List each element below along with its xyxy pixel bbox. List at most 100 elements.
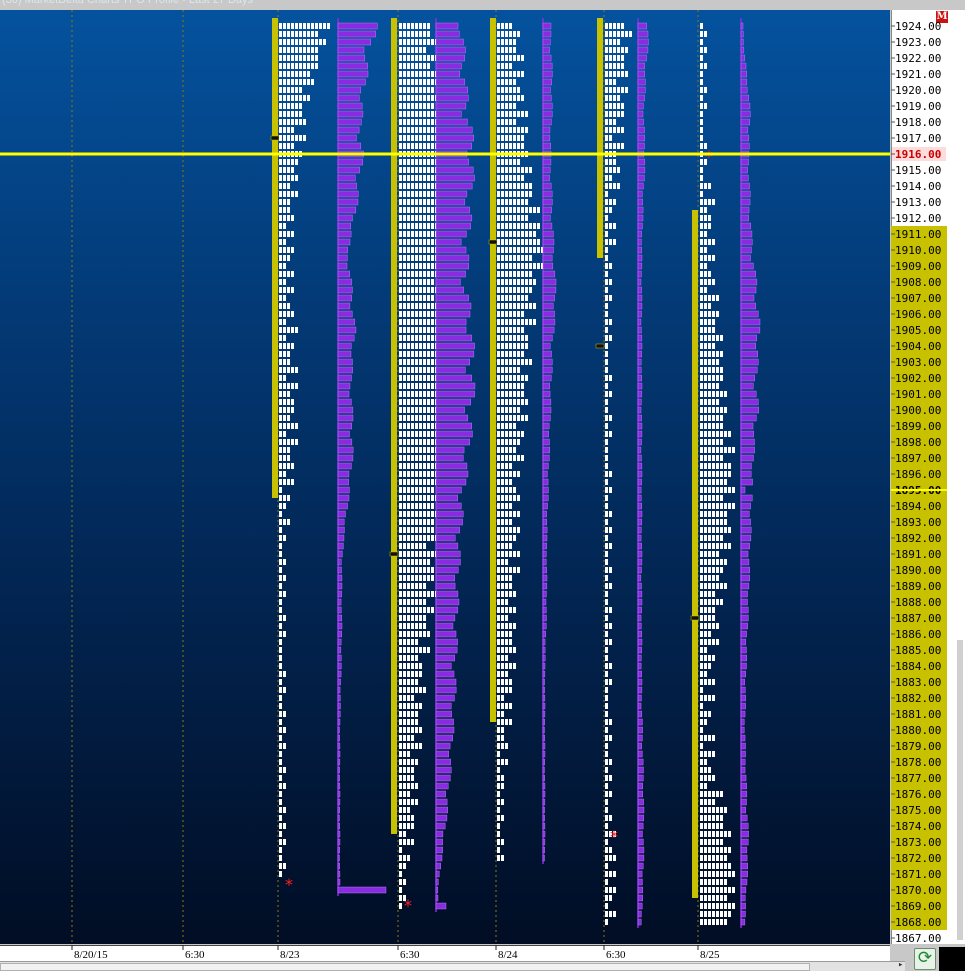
tpo-block [279, 431, 282, 437]
volume-bar [435, 430, 473, 438]
tpo-block [283, 367, 286, 373]
volume-bar [740, 286, 757, 294]
volume-bar [337, 182, 357, 190]
volume-bar [337, 462, 352, 470]
tpo-block [501, 759, 504, 765]
tpo-block [700, 567, 703, 573]
tpo-block [287, 303, 290, 309]
volume-bar [337, 814, 340, 822]
volume-bar [542, 478, 549, 486]
tpo-block [399, 839, 402, 845]
tpo-block [605, 631, 608, 637]
tpo-block [533, 207, 536, 213]
tpo-block [517, 327, 520, 333]
tpo-block [704, 479, 707, 485]
tpo-block [704, 863, 707, 869]
tpo-block [419, 263, 422, 269]
volume-bar [435, 62, 462, 70]
price-axis-label: 1879.00 [895, 740, 941, 753]
tpo-block [279, 415, 282, 421]
tpo-block [521, 55, 524, 61]
tpo-block [712, 799, 715, 805]
tpo-block [399, 847, 402, 853]
tpo-block [399, 175, 402, 181]
tpo-block [533, 247, 536, 253]
tpo-block [708, 519, 711, 525]
tpo-block [605, 343, 608, 349]
tpo-block [427, 503, 430, 509]
tpo-block [431, 463, 434, 469]
volume-bar [542, 182, 552, 190]
volume-bar [337, 878, 341, 886]
tpo-block [497, 199, 500, 205]
tpo-block [517, 335, 520, 341]
tpo-block [399, 23, 402, 29]
tpo-block [497, 239, 500, 245]
volume-bar [435, 222, 471, 230]
tpo-block [605, 23, 608, 29]
tpo-block [505, 455, 508, 461]
tpo-block [419, 471, 422, 477]
tpo-block [704, 895, 707, 901]
tpo-block [517, 127, 520, 133]
tpo-block [427, 367, 430, 373]
volume-bar [435, 806, 448, 814]
tpo-block [283, 423, 286, 429]
volume-bar [337, 430, 350, 438]
tpo-block [605, 551, 608, 557]
tpo-block [700, 55, 703, 61]
tpo-block [323, 39, 326, 45]
tpo-block [497, 495, 500, 501]
tpo-block [605, 799, 608, 805]
tpo-block [299, 71, 302, 77]
tpo-block [501, 607, 504, 613]
tpo-block [509, 263, 512, 269]
tpo-block [279, 567, 282, 573]
volume-bar [435, 454, 464, 462]
tpo-block [505, 31, 508, 37]
tpo-block [411, 799, 414, 805]
volume-bar [542, 734, 546, 742]
price-axis-label: 1886.00 [895, 628, 941, 641]
tpo-block [411, 103, 414, 109]
tpo-block [431, 215, 434, 221]
tpo-block [505, 551, 508, 557]
tpo-block [505, 543, 508, 549]
volume-bar [337, 806, 340, 814]
tpo-block [712, 351, 715, 357]
tpo-block [505, 503, 508, 509]
tpo-block [399, 743, 402, 749]
tpo-block [505, 535, 508, 541]
tpo-block [411, 351, 414, 357]
tpo-block [505, 439, 508, 445]
tpo-block [716, 823, 719, 829]
tpo-block [513, 399, 516, 405]
tpo-block [513, 527, 516, 533]
tpo-block [708, 319, 711, 325]
tpo-block [415, 567, 418, 573]
tpo-block [712, 391, 715, 397]
tpo-block [716, 399, 719, 405]
tpo-block [700, 143, 703, 149]
tpo-block [704, 711, 707, 717]
tpo-block [505, 359, 508, 365]
tpo-block [712, 791, 715, 797]
price-axis-label: 1883.00 [895, 676, 941, 689]
tpo-block [431, 159, 434, 165]
volume-bar [542, 814, 545, 822]
tpo-block [279, 367, 282, 373]
tpo-block [724, 463, 727, 469]
tpo-block [700, 223, 703, 229]
tpo-block [605, 207, 608, 213]
volume-bar [337, 390, 350, 398]
tpo-block [431, 79, 434, 85]
volume-bar [740, 166, 748, 174]
tpo-block [287, 415, 290, 421]
tpo-block [505, 335, 508, 341]
volume-bar [637, 142, 645, 150]
tpo-block [521, 383, 524, 389]
volume-bar [435, 78, 465, 86]
tpo-block [415, 727, 418, 733]
volume-bar [637, 742, 642, 750]
tpo-block [423, 103, 426, 109]
